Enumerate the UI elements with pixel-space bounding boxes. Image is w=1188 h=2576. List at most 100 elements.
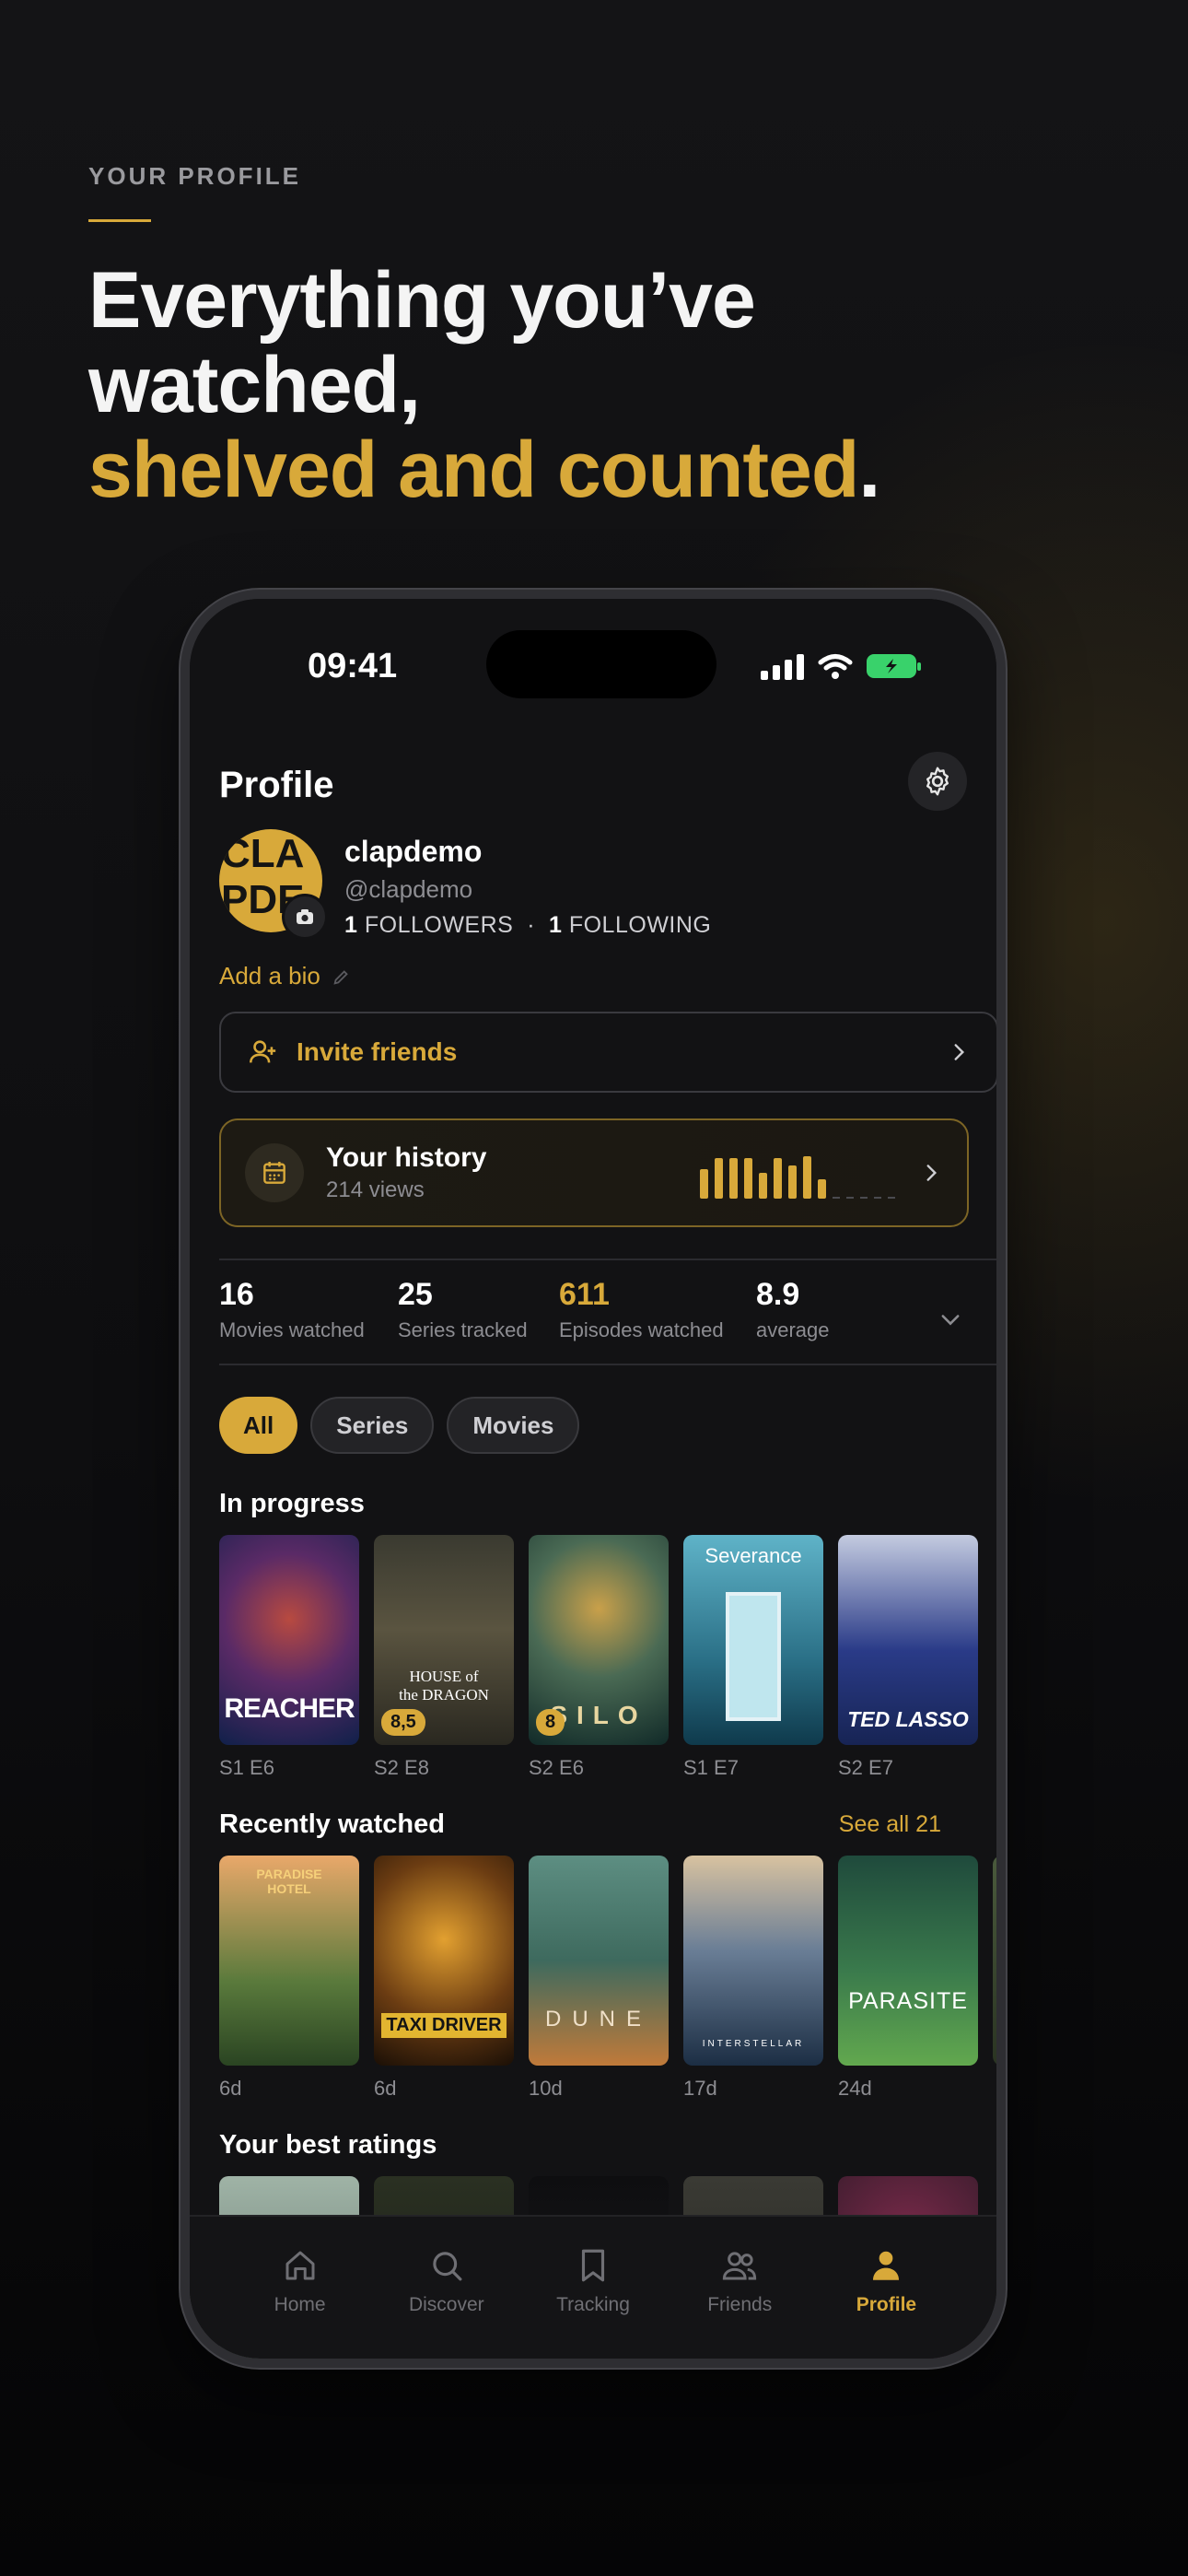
tab-label: Tracking xyxy=(556,2294,630,2315)
headline-accent: shelved and counted xyxy=(88,426,859,514)
see-all-link[interactable]: See all 21 xyxy=(839,1811,941,1838)
following-link[interactable]: 1 FOLLOWING xyxy=(549,912,711,938)
history-empty-tick xyxy=(833,1197,840,1199)
history-bar xyxy=(818,1179,826,1199)
poster-image: TAXI DRIVER xyxy=(374,1856,514,2066)
stat-value: 611 xyxy=(559,1277,610,1312)
poster-title: TED LASSO xyxy=(847,1707,969,1731)
poster-title: REACHER xyxy=(224,1693,355,1724)
history-bar xyxy=(759,1173,767,1199)
filter-chips: All Series Movies xyxy=(219,1397,580,1454)
stat-average: 8.9 average xyxy=(756,1277,830,1342)
poster-image xyxy=(993,1856,996,2066)
change-photo-button[interactable] xyxy=(282,894,328,940)
followers-link[interactable]: 1 FOLLOWERS xyxy=(344,912,513,938)
stat-caption: Movies watched xyxy=(219,1318,365,1341)
poster-image: TED LASSO xyxy=(838,1535,978,1745)
filter-chip-all[interactable]: All xyxy=(219,1397,298,1454)
section-title-best-ratings: Your best ratings xyxy=(219,2130,437,2160)
filter-chip-movies[interactable]: Movies xyxy=(447,1397,580,1454)
episode-label: S2 E6 xyxy=(529,1756,584,1779)
poster-card[interactable]: TED LASSO S2 E7 xyxy=(838,1535,978,1780)
hero-headline: Everything you’ve watched, shelved and c… xyxy=(88,258,1120,512)
search-icon xyxy=(433,2252,462,2281)
watched-ago: 24d xyxy=(838,2077,872,2100)
camera-icon xyxy=(297,909,313,924)
episode-label: S1 E7 xyxy=(683,1756,739,1779)
battery-icon xyxy=(867,654,921,678)
poster-card[interactable]: Severance S1 E7 xyxy=(683,1535,823,1780)
filter-chip-series[interactable]: Series xyxy=(310,1397,435,1454)
tab-friends[interactable]: Friends xyxy=(667,2217,813,2359)
invite-friends-button[interactable]: Invite friends xyxy=(219,1012,996,1093)
stats-row[interactable]: 16 Movies watched 25 Series tracked 611 … xyxy=(219,1270,971,1352)
followers-count: 1 xyxy=(344,912,358,938)
watched-ago: 17d xyxy=(683,2077,717,2100)
rating-badge: 8 xyxy=(536,1709,565,1736)
poster-title: Severance xyxy=(705,1544,802,1567)
poster-title: PARASITE xyxy=(848,1988,968,2014)
stat-movies: 16 Movies watched xyxy=(219,1277,365,1342)
poster-card[interactable]: SILO 8 S2 E6 xyxy=(529,1535,669,1780)
poster-card[interactable]: PARADISE HOTEL 6d xyxy=(219,1856,359,2101)
watched-ago: 6d xyxy=(219,2077,242,2100)
poster-image: DUNE xyxy=(529,1856,669,2066)
calendar-icon xyxy=(245,1143,304,1202)
tab-tracking[interactable]: Tracking xyxy=(519,2217,666,2359)
tab-label: Friends xyxy=(707,2294,773,2315)
tab-home[interactable]: Home xyxy=(227,2217,373,2359)
recently-watched-row: PARADISE HOTEL 6d TAXI DRIVER 6d DUNE 10… xyxy=(219,1856,996,2101)
poster-card[interactable]: HOUSE of the DRAGON 8,5 S2 E8 xyxy=(374,1535,514,1780)
settings-button[interactable] xyxy=(908,752,967,811)
history-sparkline xyxy=(700,1147,895,1199)
poster-card[interactable]: TAXI DRIVER 6d xyxy=(374,1856,514,2101)
history-bar xyxy=(729,1158,738,1199)
poster-image: Severance xyxy=(683,1535,823,1745)
poster-title: TAXI DRIVER xyxy=(381,2013,507,2038)
tab-profile[interactable]: Profile xyxy=(813,2217,960,2359)
tab-label: Discover xyxy=(408,2294,484,2315)
home-icon xyxy=(285,2251,315,2280)
watched-ago: 6d xyxy=(374,2077,397,2100)
history-bar xyxy=(788,1165,797,1199)
poster-image: PARADISE HOTEL xyxy=(219,1856,359,2066)
poster-title: INTERSTELLAR xyxy=(702,2039,805,2049)
section-title-recently-watched: Recently watched xyxy=(219,1809,445,1839)
poster-card-partial[interactable] xyxy=(993,1856,996,2101)
poster-image: HOUSE of the DRAGON 8,5 xyxy=(374,1535,514,1745)
eyebrow-label: YOUR PROFILE xyxy=(88,162,302,190)
history-bar xyxy=(774,1158,782,1199)
history-bar xyxy=(715,1158,723,1199)
signal-icon xyxy=(761,652,804,680)
dynamic-island xyxy=(486,630,716,698)
poster-card[interactable]: DUNE 10d xyxy=(529,1856,669,2101)
stat-caption: average xyxy=(756,1318,830,1341)
poster-card[interactable]: INTERSTELLAR 17d xyxy=(683,1856,823,2101)
add-bio-link[interactable]: Add a bio xyxy=(219,962,352,990)
chevron-right-icon xyxy=(926,1165,938,1181)
poster-card[interactable]: REACHER S1 E6 xyxy=(219,1535,359,1780)
headline-line-3: shelved and counted. xyxy=(88,427,1120,512)
add-user-icon xyxy=(249,1040,276,1063)
history-card[interactable]: Your history 214 views xyxy=(219,1118,969,1227)
add-bio-label: Add a bio xyxy=(219,962,320,989)
following-count: 1 xyxy=(548,912,563,938)
following-label: FOLLOWING xyxy=(568,912,712,938)
status-icons xyxy=(761,652,921,680)
chevron-down-icon[interactable] xyxy=(938,1306,963,1332)
poster-card[interactable]: PARASITE 24d xyxy=(838,1856,978,2101)
tab-discover[interactable]: Discover xyxy=(373,2217,519,2359)
eyebrow-divider xyxy=(88,219,151,222)
episode-label: S1 E6 xyxy=(219,1756,274,1779)
history-title: Your history xyxy=(326,1142,487,1173)
headline-line-2: watched, xyxy=(88,341,421,429)
status-time: 09:41 xyxy=(308,647,398,685)
user-handle: @clapdemo xyxy=(344,875,473,903)
tab-label: Profile xyxy=(856,2294,917,2315)
invite-friends-label: Invite friends xyxy=(297,1037,458,1066)
tab-label: Home xyxy=(274,2294,326,2315)
app-screen: 09:41 Profile CLA PDE clapdemo @clapdemo… xyxy=(190,599,996,2359)
stat-series: 25 Series tracked xyxy=(398,1277,528,1342)
poster-image: PARASITE xyxy=(838,1856,978,2066)
history-empty-tick xyxy=(874,1197,881,1199)
